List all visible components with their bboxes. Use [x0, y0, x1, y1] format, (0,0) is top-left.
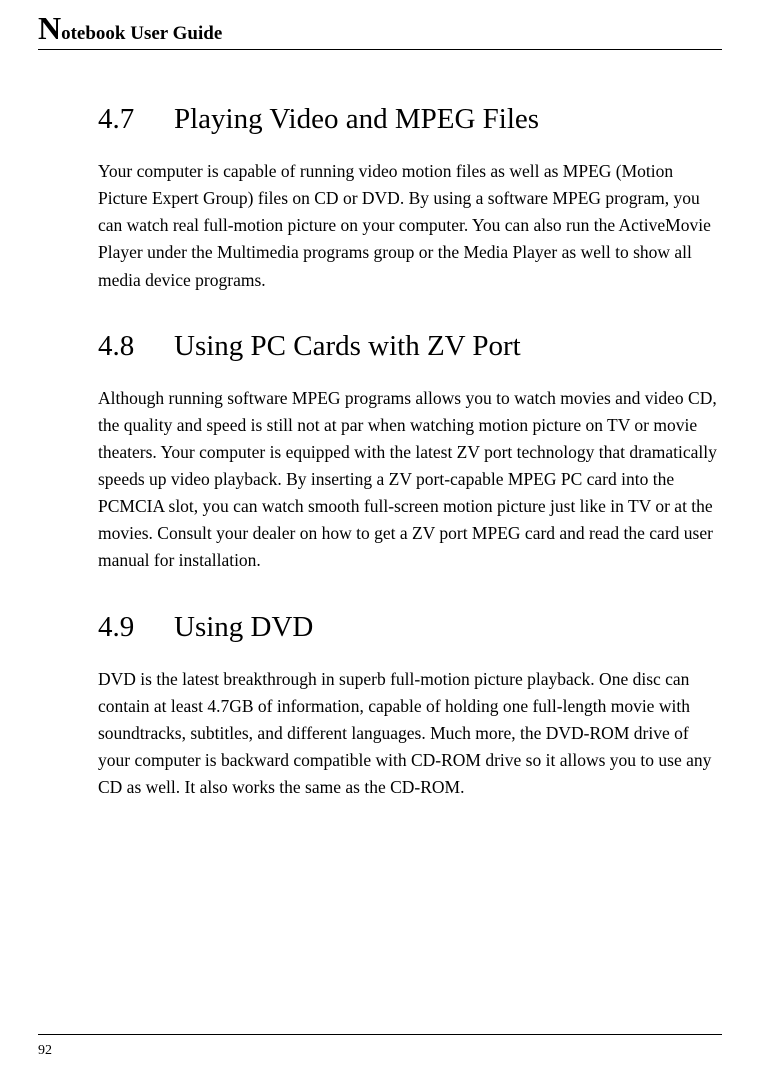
section-title: Using PC Cards with ZV Port	[174, 330, 521, 363]
section-heading: 4.7 Playing Video and MPEG Files	[98, 103, 722, 136]
header-title-text: otebook User Guide	[61, 23, 222, 44]
header-divider	[38, 49, 722, 50]
header-big-letter: N	[38, 10, 61, 46]
section-title: Using DVD	[174, 611, 313, 644]
page-footer: 92	[0, 1034, 760, 1059]
section-number: 4.9	[98, 611, 174, 644]
page-content: 4.7 Playing Video and MPEG Files Your co…	[38, 55, 722, 801]
section-4-8: 4.8 Using PC Cards with ZV Port Although…	[98, 330, 722, 575]
section-number: 4.7	[98, 103, 174, 136]
section-heading: 4.8 Using PC Cards with ZV Port	[98, 330, 722, 363]
section-number: 4.8	[98, 330, 174, 363]
section-body: DVD is the latest breakthrough in superb…	[98, 666, 722, 802]
section-4-7: 4.7 Playing Video and MPEG Files Your co…	[98, 103, 722, 294]
section-body: Although running software MPEG programs …	[98, 385, 722, 575]
section-title: Playing Video and MPEG Files	[174, 103, 539, 136]
section-4-9: 4.9 Using DVD DVD is the latest breakthr…	[98, 611, 722, 802]
section-heading: 4.9 Using DVD	[98, 611, 722, 644]
section-body: Your computer is capable of running vide…	[98, 158, 722, 294]
page-header: Notebook User Guide	[38, 10, 722, 50]
footer-divider	[38, 1034, 722, 1035]
header-title: Notebook User Guide	[38, 23, 222, 44]
page-number: 92	[38, 1043, 722, 1059]
